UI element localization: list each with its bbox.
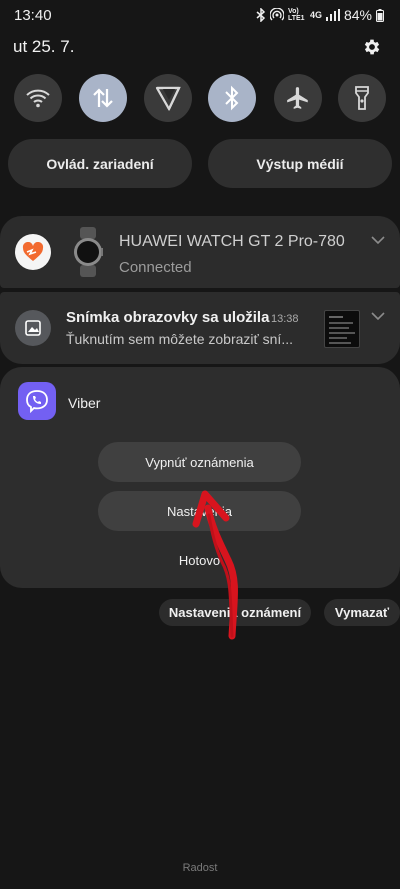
- airplane-mode-icon: [287, 87, 308, 109]
- media-output-button[interactable]: Výstup médií: [208, 139, 392, 188]
- battery-percent: 84%: [343, 7, 372, 23]
- screenshot-thumbnail[interactable]: [324, 310, 360, 348]
- chevron-down-icon[interactable]: [371, 312, 385, 321]
- quick-settings-tiles: [0, 74, 400, 122]
- flashlight-tile[interactable]: [338, 74, 386, 122]
- turn-off-notifications-button[interactable]: Vypnúť oznámenia: [98, 442, 301, 482]
- mobile-data-icon: [93, 88, 113, 108]
- mobile-data-tile[interactable]: [79, 74, 127, 122]
- image-icon: [25, 320, 41, 336]
- viber-app-icon: [18, 382, 56, 420]
- chevron-down-icon[interactable]: [371, 236, 385, 245]
- huawei-health-app-icon: [15, 234, 51, 270]
- watch-notification-title: HUAWEI WATCH GT 2 Pro-780: [119, 233, 345, 250]
- quick-action-row: Ovlád. zariadení Výstup médií: [8, 139, 392, 188]
- location-icon: [155, 86, 181, 112]
- status-icons: Vo) LTE1 4G 84%: [256, 7, 384, 23]
- signal-icon: [325, 9, 340, 21]
- watch-notification-status: Connected: [119, 259, 192, 276]
- screenshot-notification-title: Snímka obrazovky sa uložila: [66, 309, 270, 326]
- network-type-label: 4G: [309, 10, 322, 20]
- status-time: 13:40: [14, 6, 52, 24]
- airplane-mode-tile[interactable]: [274, 74, 322, 122]
- clear-all-button[interactable]: Vymazať: [324, 599, 400, 626]
- settings-gear-icon[interactable]: [362, 37, 382, 57]
- watch-notification[interactable]: [0, 216, 400, 288]
- screenshot-notification-body: Ťuknutím sem môžete zobraziť sní...: [66, 331, 293, 347]
- date-row: ut 25. 7.: [0, 34, 400, 60]
- status-bar: 13:40 Vo) LTE1 4G 84%: [0, 0, 400, 30]
- smartwatch-image: [74, 227, 103, 277]
- device-control-button[interactable]: Ovlád. zariadení: [8, 139, 192, 188]
- viber-app-name: Viber: [68, 395, 101, 411]
- hotspot-icon: [269, 8, 284, 21]
- battery-icon: [376, 8, 384, 22]
- gallery-app-icon: [15, 310, 51, 346]
- viber-logo-icon: [26, 390, 48, 414]
- wifi-icon: [26, 89, 50, 108]
- notification-settings-button[interactable]: Nastavenia oznámení: [159, 599, 311, 626]
- thumbnail-preview: [329, 316, 355, 344]
- location-tile[interactable]: [144, 74, 192, 122]
- screenshot-notification-time: 13:38: [271, 313, 299, 325]
- bluetooth-tile[interactable]: [208, 74, 256, 122]
- flashlight-icon: [355, 86, 369, 110]
- wifi-tile[interactable]: [14, 74, 62, 122]
- date-label: ut 25. 7.: [13, 37, 75, 56]
- bluetooth-icon: [225, 85, 239, 111]
- volte-label: Vo) LTE1: [287, 8, 305, 22]
- bluetooth-status-icon: [256, 8, 266, 22]
- health-heart-icon: [22, 242, 44, 261]
- notification-settings-option-button[interactable]: Nastavenia: [98, 491, 301, 531]
- carrier-label: Radost: [182, 862, 218, 874]
- done-button[interactable]: Hotovo: [98, 553, 301, 568]
